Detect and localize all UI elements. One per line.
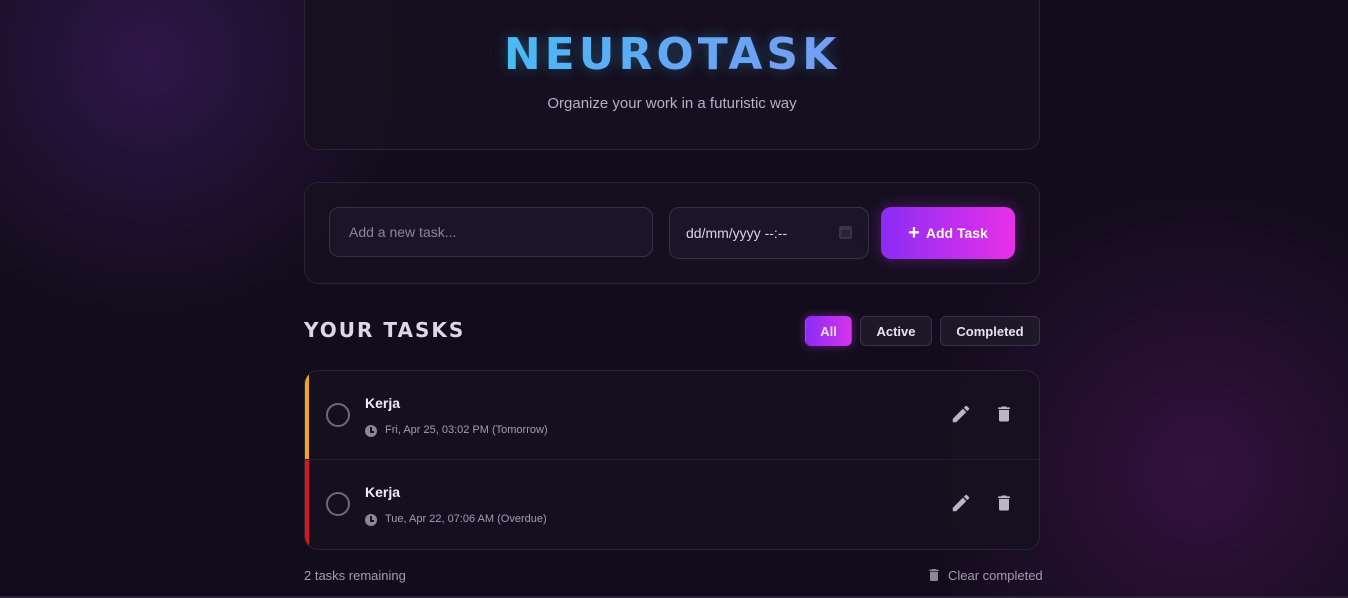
app-title: NEUROTASK [305, 29, 1039, 80]
add-task-button[interactable]: + Add Task [881, 207, 1015, 259]
clear-completed-label: Clear completed [948, 567, 1043, 583]
clock-icon [365, 514, 377, 526]
task-item: Kerja Tue, Apr 22, 07:06 AM (Overdue) [305, 460, 1039, 549]
plus-icon: + [908, 222, 920, 244]
trash-icon [929, 569, 939, 581]
priority-accent [305, 371, 309, 459]
tasks-heading: YOUR TASKS [304, 318, 466, 342]
filter-all-button[interactable]: All [805, 316, 852, 346]
filter-completed-button[interactable]: Completed [940, 316, 1040, 346]
edit-icon[interactable] [950, 403, 972, 425]
calendar-icon[interactable] [839, 226, 852, 239]
filter-active-button[interactable]: Active [860, 316, 932, 346]
task-due-date: Fri, Apr 25, 03:02 PM (Tomorrow) [385, 424, 548, 436]
complete-checkbox[interactable] [326, 492, 350, 516]
header-card: NEUROTASK Organize your work in a futuri… [304, 0, 1040, 150]
complete-checkbox[interactable] [326, 403, 350, 427]
trash-icon[interactable] [994, 403, 1014, 425]
priority-accent [305, 460, 309, 549]
edit-icon[interactable] [950, 492, 972, 514]
task-title: Kerja [365, 395, 401, 411]
task-form: dd/mm/yyyy --:-- + Add Task [304, 182, 1040, 284]
due-date-input[interactable]: dd/mm/yyyy --:-- [669, 207, 869, 259]
date-placeholder: dd/mm/yyyy --:-- [686, 225, 788, 241]
task-input[interactable] [329, 207, 653, 257]
add-task-label: Add Task [925, 225, 988, 241]
task-list: Kerja Fri, Apr 25, 03:02 PM (Tomorrow) K… [304, 370, 1040, 550]
clock-icon [365, 425, 377, 437]
task-due-date: Tue, Apr 22, 07:06 AM (Overdue) [385, 513, 547, 525]
app-subtitle: Organize your work in a futuristic way [547, 95, 797, 112]
tasks-remaining: 2 tasks remaining [304, 568, 406, 583]
clear-completed-button[interactable]: Clear completed [926, 567, 1043, 583]
trash-icon[interactable] [994, 492, 1014, 514]
task-item: Kerja Fri, Apr 25, 03:02 PM (Tomorrow) [305, 371, 1039, 460]
task-title: Kerja [365, 484, 401, 500]
